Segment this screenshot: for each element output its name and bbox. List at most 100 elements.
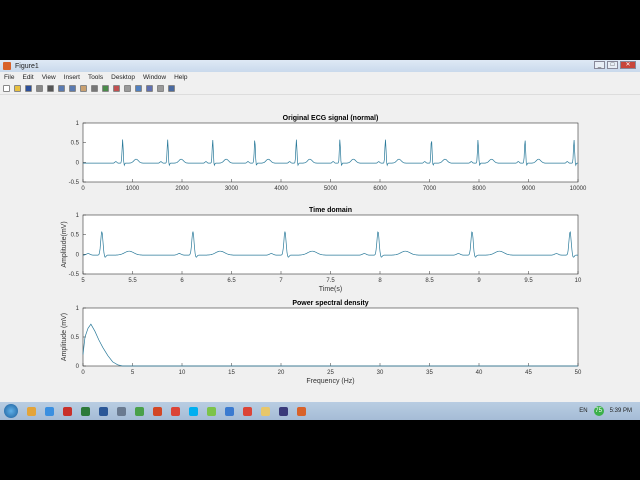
x-tick-label: 10000: [570, 186, 587, 192]
menu-file[interactable]: File: [4, 74, 14, 81]
language-indicator[interactable]: EN: [579, 408, 587, 414]
menu-insert[interactable]: Insert: [64, 74, 80, 81]
colorbar-icon[interactable]: [135, 85, 142, 92]
x-tick-label: 5.5: [128, 278, 137, 284]
taskbar-ie2-icon[interactable]: [135, 406, 144, 416]
taskbar-acrobat-icon[interactable]: [63, 406, 72, 416]
axes-0: [82, 122, 579, 183]
zoom-out-icon[interactable]: [69, 85, 76, 92]
x-tick-label: 5000: [324, 186, 338, 192]
taskbar-chrome-icon[interactable]: [171, 406, 180, 416]
taskbar-app-icon[interactable]: [117, 406, 126, 416]
legend-icon[interactable]: [146, 85, 153, 92]
close-button[interactable]: ✕: [620, 61, 636, 69]
taskbar-matlab-icon[interactable]: [297, 406, 306, 416]
y-tick-label: 0: [76, 252, 80, 258]
clock[interactable]: 5:39 PM: [610, 408, 632, 414]
taskbar-ie-icon[interactable]: [45, 406, 54, 416]
taskbar: EN 75 5:39 PM: [0, 402, 640, 420]
taskbar-app4-icon[interactable]: [279, 406, 288, 416]
chart-title: Power spectral density: [292, 300, 368, 307]
maximize-button[interactable]: □: [607, 61, 618, 69]
x-tick-label: 50: [575, 370, 582, 376]
minimize-button[interactable]: _: [594, 61, 605, 69]
x-tick-label: 15: [228, 370, 235, 376]
y-tick-label: 1: [76, 121, 80, 127]
x-axis-label: Time(s): [319, 286, 342, 293]
menu-desktop[interactable]: Desktop: [111, 74, 135, 81]
x-tick-label: 1000: [126, 186, 140, 192]
y-axis-label: Amplitude(mV): [61, 221, 68, 267]
x-tick-label: 7.5: [326, 278, 335, 284]
x-tick-label: 4000: [274, 186, 288, 192]
y-tick-label: -0.5: [69, 272, 80, 278]
taskbar-chrome2-icon[interactable]: [243, 406, 252, 416]
taskbar-folder-icon[interactable]: [261, 406, 270, 416]
x-tick-label: 6000: [373, 186, 387, 192]
plots: Original ECG signal (normal)0 1000 2000 300…: [61, 115, 587, 385]
save-icon[interactable]: [25, 85, 32, 92]
x-tick-label: 0: [81, 370, 85, 376]
data-cursor-icon[interactable]: [102, 85, 109, 92]
taskbar-excel-icon[interactable]: [81, 406, 90, 416]
brush-icon[interactable]: [113, 85, 120, 92]
open-icon[interactable]: [14, 85, 21, 92]
zoom-in-icon[interactable]: [58, 85, 65, 92]
x-tick-label: 9000: [522, 186, 536, 192]
x-tick-label: 9.5: [524, 278, 533, 284]
battery-indicator[interactable]: 75: [593, 406, 604, 416]
taskbar-powerpoint-icon[interactable]: [153, 406, 162, 416]
show-plot-tools-icon[interactable]: [168, 85, 175, 92]
menu-window[interactable]: Window: [143, 74, 166, 81]
x-tick-label: 7: [279, 278, 283, 284]
x-tick-label: 25: [327, 370, 334, 376]
system-tray: EN 75 5:39 PM: [579, 402, 632, 420]
x-tick-label: 5: [81, 278, 85, 284]
x-tick-label: 2000: [175, 186, 189, 192]
taskbar-app2-icon[interactable]: [207, 406, 216, 416]
x-tick-label: 0: [81, 186, 85, 192]
pointer-icon[interactable]: [47, 85, 54, 92]
start-button[interactable]: [4, 404, 18, 418]
x-tick-label: 9: [477, 278, 481, 284]
menu-tools[interactable]: Tools: [88, 74, 103, 81]
toolbar: [0, 83, 640, 95]
menu-edit[interactable]: Edit: [22, 74, 33, 81]
y-tick-label: 0.5: [71, 233, 80, 239]
link-icon[interactable]: [124, 85, 131, 92]
y-tick-label: -0.5: [69, 180, 80, 186]
matlab-icon: [3, 62, 11, 70]
pan-icon[interactable]: [80, 85, 87, 92]
axes-2: [82, 307, 579, 367]
x-tick-label: 35: [426, 370, 433, 376]
title-bar: Figure1 _ □ ✕: [0, 60, 640, 72]
x-tick-label: 10: [179, 370, 186, 376]
menu-view[interactable]: View: [42, 74, 56, 81]
x-tick-label: 10: [575, 278, 582, 284]
new-figure-icon[interactable]: [3, 85, 10, 92]
y-axis-label: Amplitude (mV): [61, 313, 68, 361]
figure-canvas: Original ECG signal (normal) 0 1000 2000 300…: [0, 96, 640, 402]
y-tick-label: 0.5: [71, 141, 80, 147]
hide-plot-tools-icon[interactable]: [157, 85, 164, 92]
x-tick-label: 7000: [423, 186, 437, 192]
chart-title: Original ECG signal (normal): [283, 115, 379, 122]
y-tick-label: 0: [76, 160, 80, 166]
taskbar-app3-icon[interactable]: [225, 406, 234, 416]
x-tick-label: 6: [180, 278, 184, 284]
x-tick-label: 8.5: [425, 278, 434, 284]
x-axis-label: Frequency (Hz): [306, 378, 354, 385]
menu-help[interactable]: Help: [174, 74, 187, 81]
window-title: Figure1: [15, 62, 39, 70]
x-tick-label: 3000: [225, 186, 239, 192]
print-icon[interactable]: [36, 85, 43, 92]
x-tick-label: 8000: [472, 186, 486, 192]
y-tick-label: 0: [76, 364, 80, 370]
rotate-icon[interactable]: [91, 85, 98, 92]
taskbar-explorer-icon[interactable]: [27, 406, 36, 416]
taskbar-skype-icon[interactable]: [189, 406, 198, 416]
y-tick-label: 1: [76, 213, 80, 219]
x-tick-label: 20: [278, 370, 285, 376]
taskbar-word-icon[interactable]: [99, 406, 108, 416]
y-tick-label: 1: [76, 306, 80, 312]
